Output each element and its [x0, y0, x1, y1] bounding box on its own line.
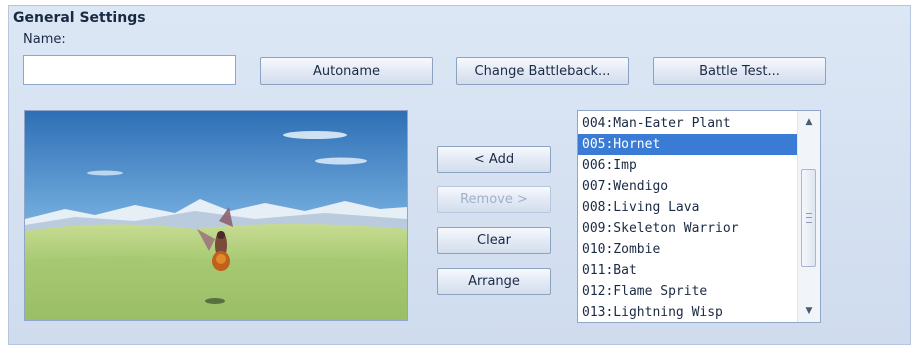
list-item[interactable]: 006:Imp: [578, 155, 798, 176]
troop-preview[interactable]: [24, 110, 408, 321]
enemy-listbox[interactable]: 004:Man-Eater Plant 005:Hornet 006:Imp 0…: [577, 110, 821, 323]
scroll-thumb[interactable]: [801, 169, 816, 267]
list-item[interactable]: 012:Flame Sprite: [578, 281, 798, 302]
grip-icon: [805, 213, 812, 223]
remove-button[interactable]: Remove >: [437, 186, 551, 213]
arrange-button[interactable]: Arrange: [437, 268, 551, 295]
enemy-list: 004:Man-Eater Plant 005:Hornet 006:Imp 0…: [578, 113, 798, 322]
clear-button[interactable]: Clear: [437, 227, 551, 254]
section-title: General Settings: [13, 10, 146, 26]
name-label: Name:: [23, 32, 66, 47]
scroll-up-arrow-icon[interactable]: ▲: [798, 113, 820, 131]
list-item[interactable]: 004:Man-Eater Plant: [578, 113, 798, 134]
add-button[interactable]: < Add: [437, 146, 551, 173]
list-item-selected[interactable]: 005:Hornet: [578, 134, 798, 155]
name-input[interactable]: [23, 55, 236, 85]
change-battleback-button[interactable]: Change Battleback...: [456, 57, 629, 85]
autoname-button[interactable]: Autoname: [260, 57, 433, 85]
battleback-image: [25, 111, 407, 320]
list-item[interactable]: 009:Skeleton Warrior: [578, 218, 798, 239]
list-item[interactable]: 011:Bat: [578, 260, 798, 281]
list-item[interactable]: 008:Living Lava: [578, 197, 798, 218]
list-scrollbar[interactable]: ▲ ▼: [797, 111, 820, 322]
list-item[interactable]: 010:Zombie: [578, 239, 798, 260]
list-item[interactable]: 007:Wendigo: [578, 176, 798, 197]
battle-test-button[interactable]: Battle Test...: [653, 57, 826, 85]
scroll-down-arrow-icon[interactable]: ▼: [798, 302, 820, 320]
list-item[interactable]: 013:Lightning Wisp: [578, 302, 798, 322]
